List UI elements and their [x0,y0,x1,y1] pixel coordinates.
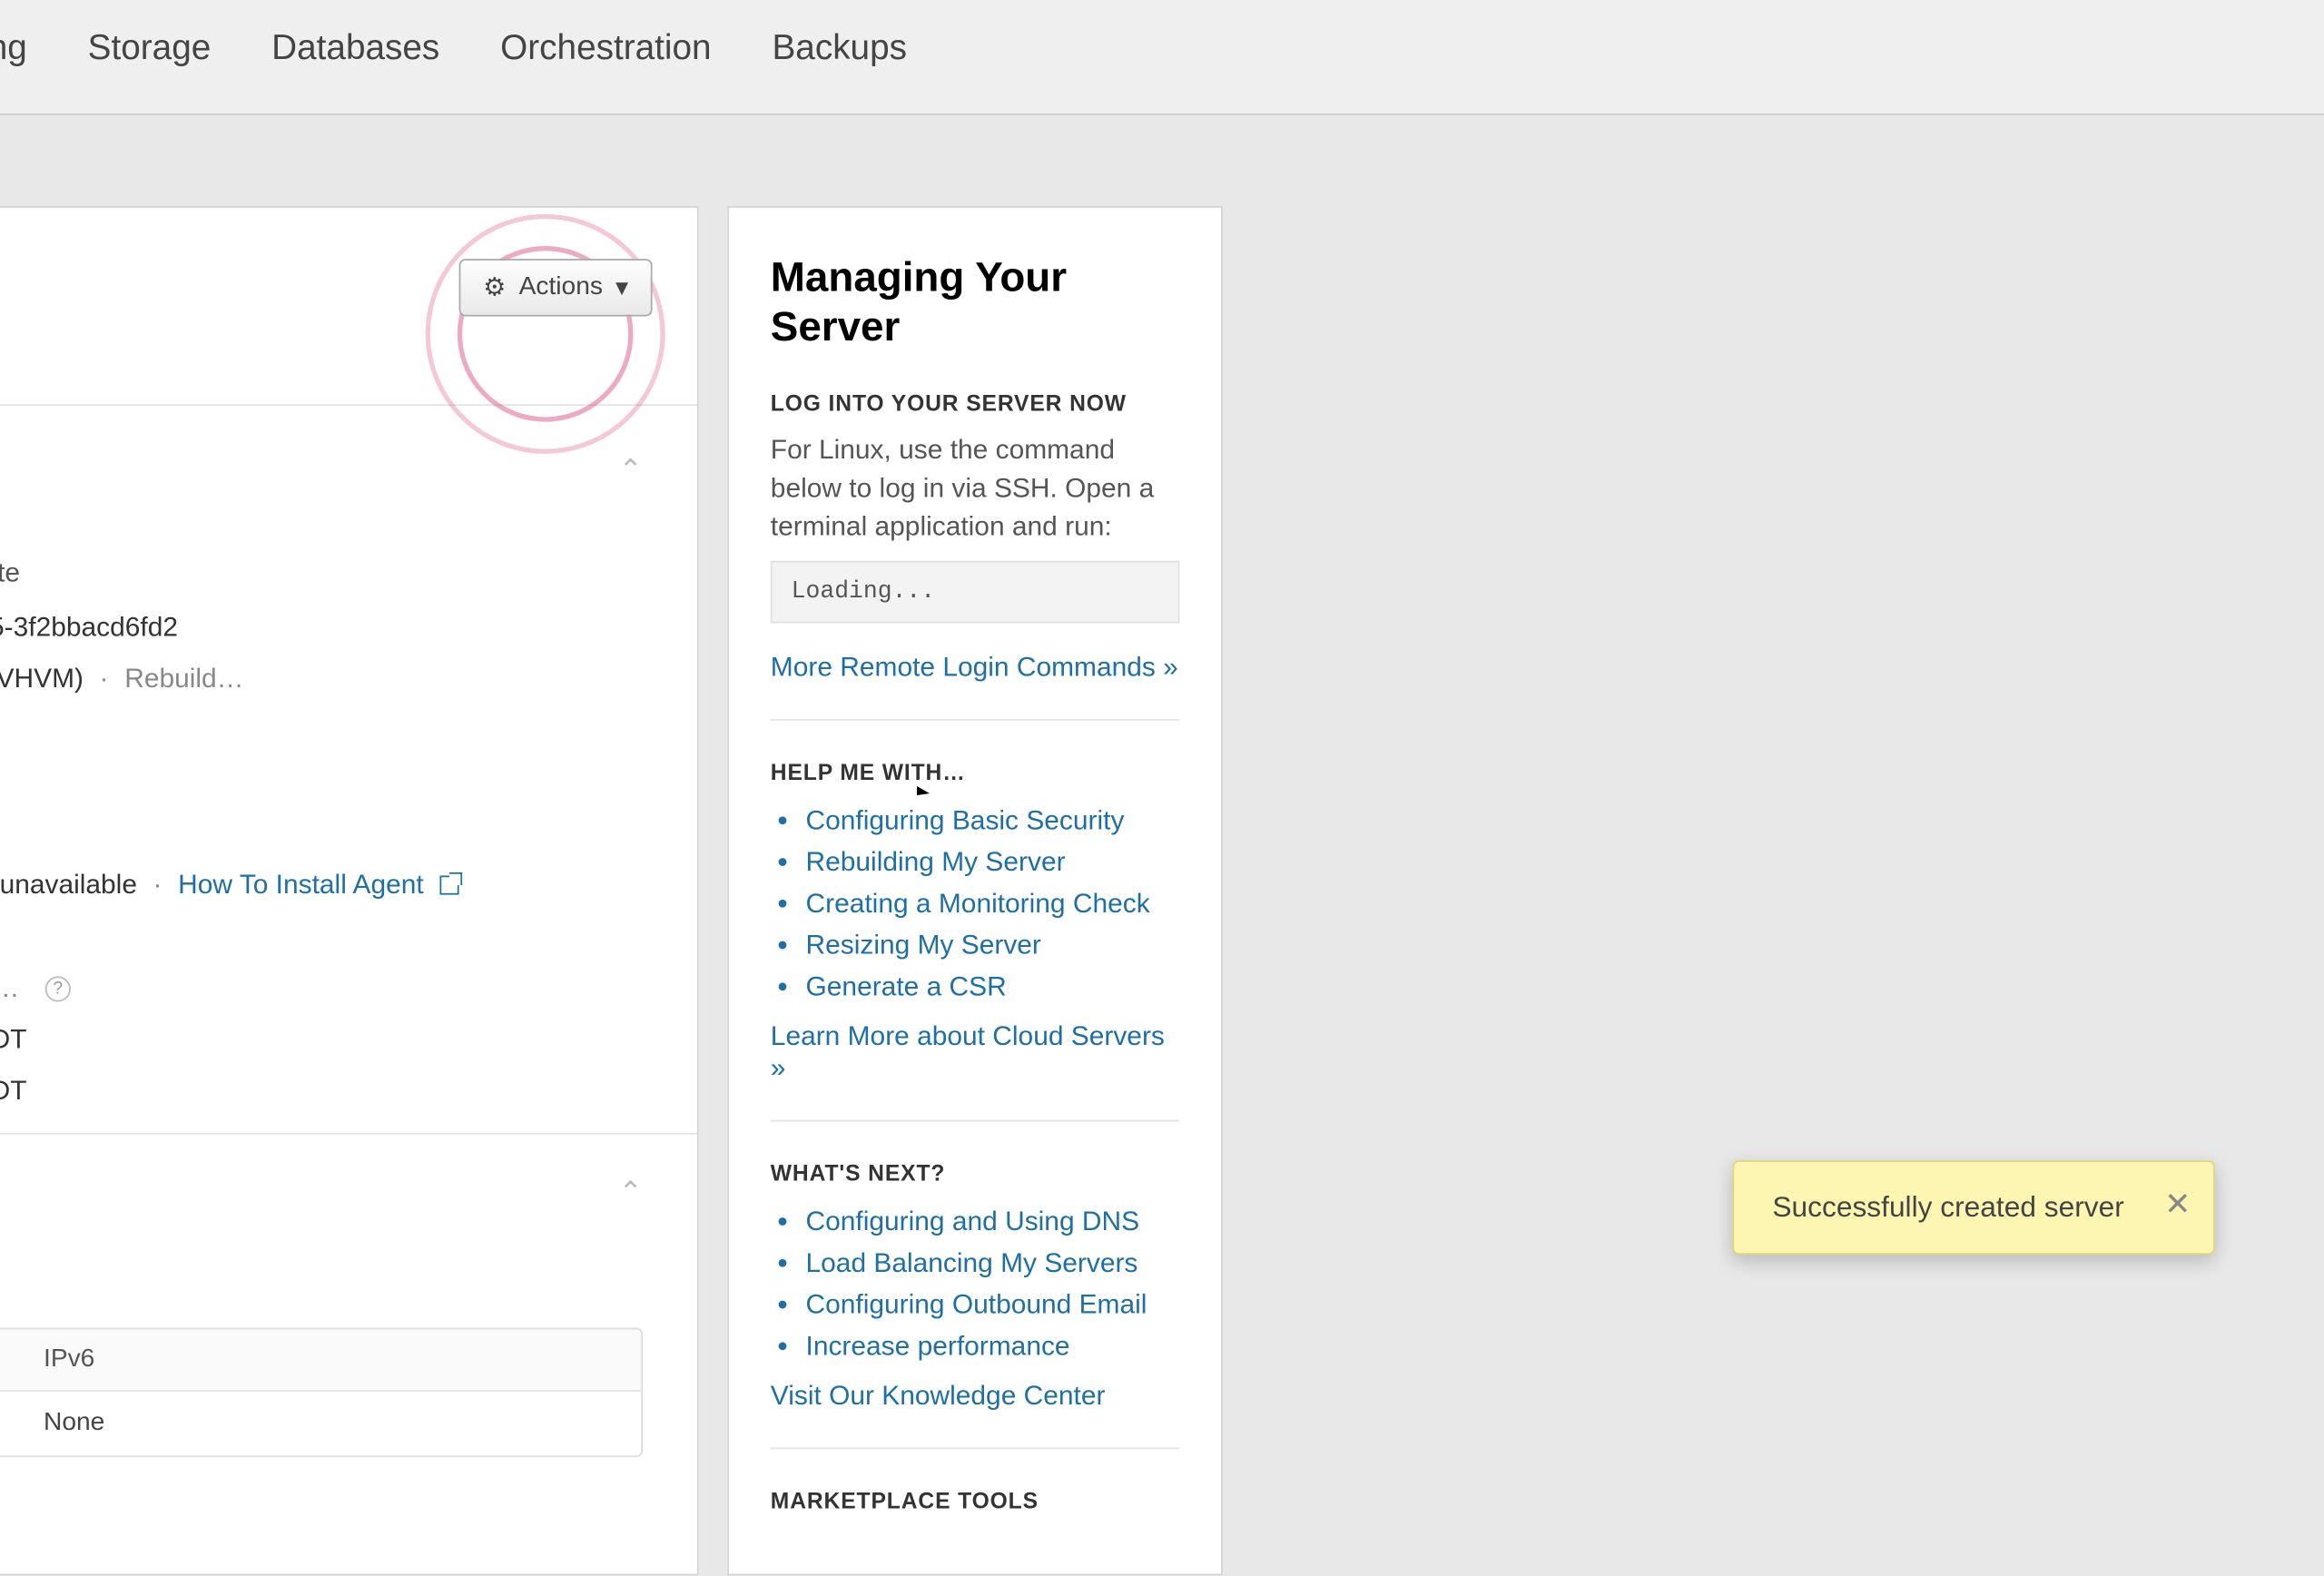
login-instructions: For Linux, use the command below to log … [771,431,1180,546]
dot-separator: · [153,869,162,901]
nav-orchestration[interactable]: Orchestration [500,27,711,99]
server-details-heading: Server Details [0,454,643,504]
last-updated-value: Oct 12, 2015 - 8:39 AM CDT [0,1075,26,1107]
login-heading: LOG INTO YOUR SERVER NOW [771,389,1180,415]
sidebar-title: Managing Your Server [771,252,1180,351]
close-icon[interactable]: ✕ [2164,1185,2191,1225]
networks-section: ⌃ Networks Add Network ? Name IPv4 IPv6 … [0,1135,697,1473]
external-link-icon [439,875,458,894]
breadcrumb: ‹ Back to Servers List [0,115,2324,206]
rebuild-link[interactable]: Rebuild… [124,663,243,694]
gear-icon: ⚙ [483,271,506,303]
list-item[interactable]: Rebuilding My Server [806,842,1180,884]
actions-button[interactable]: ⚙ Actions ▾ [459,259,653,316]
list-item[interactable]: Creating a Monitoring Check [806,884,1180,926]
login-command: Loading... [771,561,1180,624]
id-value: e4dc08b6-9da4-43df-8455-3f2bbacd6fd2 [0,612,178,644]
help-icon[interactable]: ? [45,975,71,1000]
col-ipv6: IPv6 [44,1345,300,1374]
help-me-with-heading: HELP ME WITH… [771,760,1180,785]
table-row: ⚙ PublicNet (Internet) None None [0,1392,641,1455]
list-item[interactable]: Configuring and Using DNS [806,1202,1180,1244]
col-ipv4: IPv4 [0,1345,44,1374]
network-ipv4: None [0,1409,44,1438]
top-nav: rackspace. Servers Networking Storage Da… [0,0,2324,115]
toast-message: Successfully created server [1772,1191,2123,1223]
whats-next-heading: WHAT'S NEXT? [771,1160,1180,1186]
network-ipv6: None [44,1409,300,1438]
monitoring-agent-value: Not installed, host checks unavailable [0,869,137,901]
help-links-list: Configuring Basic Security Rebuilding My… [771,801,1180,1009]
collapse-icon[interactable]: ⌃ [618,1176,643,1209]
nav-networking[interactable]: Networking [0,27,27,99]
install-agent-link[interactable]: How To Install Agent [178,869,424,901]
list-item[interactable]: Generate a CSR [806,967,1180,1009]
success-toast: Successfully created server ✕ [1732,1160,2215,1255]
knowledge-center-link[interactable]: Visit Our Knowledge Center [771,1381,1106,1413]
list-item[interactable]: Increase performance [806,1326,1180,1368]
caret-down-icon: ▾ [615,271,628,303]
help-sidebar: Managing Your Server LOG INTO YOUR SERVE… [727,206,1223,1576]
list-item[interactable]: Resizing My Server [806,926,1180,968]
system-image-value: Debian 7 (Wheezy) (PVHVM) [0,663,84,694]
list-item[interactable]: Configuring Outbound Email [806,1285,1180,1327]
dot-separator: · [100,663,109,694]
list-item[interactable]: Configuring Basic Security [806,801,1180,842]
nav-backups[interactable]: Backups [772,27,907,99]
networks-heading: Networks [0,1176,643,1220]
networks-table: Name IPv4 IPv6 ⚙ PublicNet (Internet) No… [0,1328,643,1458]
next-links-list: Configuring and Using DNS Load Balancing… [771,1202,1180,1368]
add-record-link[interactable]: Add Record… [0,972,19,1004]
server-detail-card: CLOUD SERVER Web-01 ⚙ Actions ▾ ⌃ Server… [0,206,699,1576]
created-date-value: Oct 12, 2015 - 8:39 AM CDT [0,1024,26,1056]
server-details-section: ⌃ Server Details Server Status Building … [0,406,697,1133]
primary-nav: Servers Networking Storage Databases Orc… [0,27,907,99]
nav-databases[interactable]: Databases [271,27,439,99]
collapse-icon[interactable]: ⌃ [618,454,643,488]
marketplace-tools-heading: MARKETPLACE TOOLS [771,1488,1180,1513]
learn-more-link[interactable]: Learn More about Cloud Servers » [771,1021,1180,1085]
status-progress: 0% complete [0,557,20,589]
list-item[interactable]: Load Balancing My Servers [806,1244,1180,1285]
nav-storage[interactable]: Storage [88,27,212,99]
more-login-commands-link[interactable]: More Remote Login Commands » [771,653,1178,685]
